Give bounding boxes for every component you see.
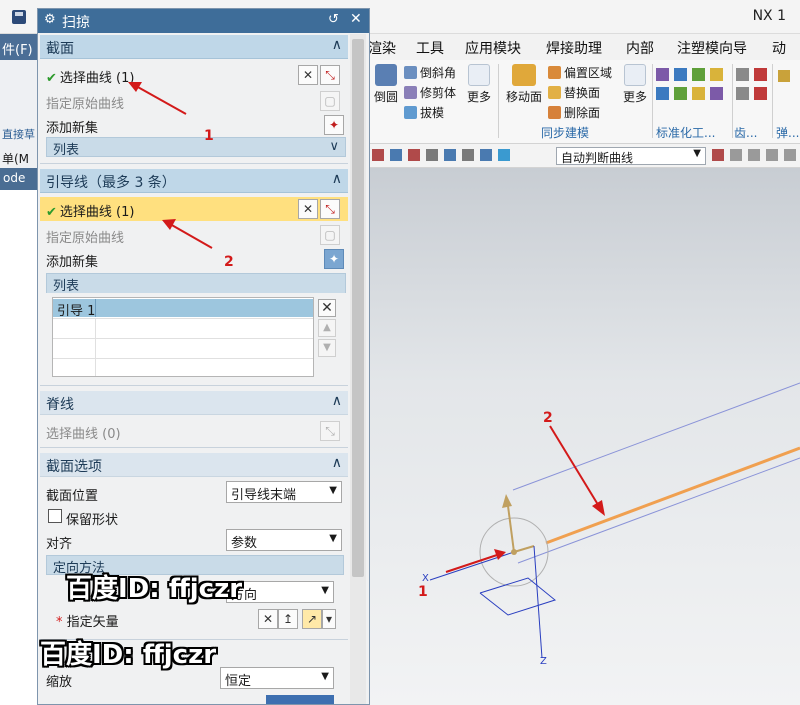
annotation-arrowhead (128, 82, 142, 92)
watermark: 百度ID: ffjczr (66, 574, 243, 604)
nx-window: NX 1 渲染 工具 应用模块 焊接助理 内部 注塑模向导 动 件(F) 倒圆 … (0, 0, 800, 705)
annotation-arrow (169, 223, 213, 249)
watermark: 百度ID: ffjczr (40, 640, 217, 670)
annotation-label-2: 2 (543, 410, 553, 426)
annotation-label-1: 1 (204, 128, 214, 144)
annotation-label-1: 1 (418, 584, 428, 600)
annotation-label-2: 2 (224, 254, 234, 270)
annotation-arrowhead (162, 219, 176, 230)
annotation-arrow (135, 85, 187, 115)
